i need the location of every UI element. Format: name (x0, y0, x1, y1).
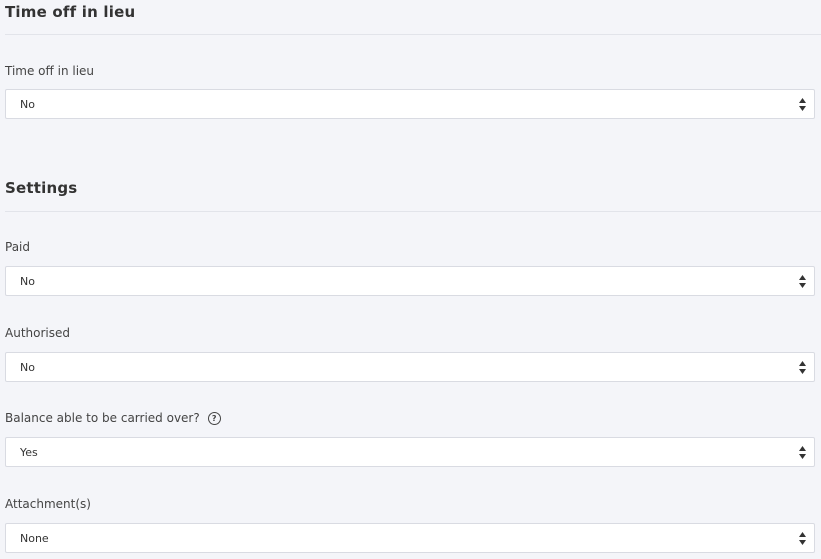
attachments-select[interactable]: None (5, 523, 815, 553)
sort-arrows-icon (799, 532, 806, 545)
field-label-attachments: Attachment(s) (5, 497, 91, 511)
select-value: Yes (20, 445, 38, 459)
field-label-text: Balance able to be carried over? (5, 411, 200, 425)
section-title-time-off-in-lieu: Time off in lieu (5, 3, 136, 21)
sort-arrows-icon (799, 446, 806, 459)
paid-select[interactable]: No (5, 266, 815, 296)
field-label-balance-carry-over: Balance able to be carried over? ? (5, 411, 221, 425)
section-title-settings: Settings (5, 179, 78, 197)
field-label-paid: Paid (5, 240, 31, 254)
question-circle-icon[interactable]: ? (207, 411, 221, 425)
field-label-authorised: Authorised (5, 326, 70, 340)
authorised-select[interactable]: No (5, 352, 815, 382)
time-off-in-lieu-select[interactable]: No (5, 89, 815, 119)
sort-arrows-icon (799, 98, 806, 111)
field-label-time-off-in-lieu: Time off in lieu (5, 64, 95, 78)
select-value: No (20, 97, 35, 111)
sort-arrows-icon (799, 275, 806, 288)
sort-arrows-icon (799, 361, 806, 374)
select-value: No (20, 274, 35, 288)
balance-carry-over-select[interactable]: Yes (5, 437, 815, 467)
section-divider (5, 211, 821, 212)
select-value: No (20, 360, 35, 374)
section-divider (5, 34, 821, 35)
select-value: None (20, 531, 49, 545)
